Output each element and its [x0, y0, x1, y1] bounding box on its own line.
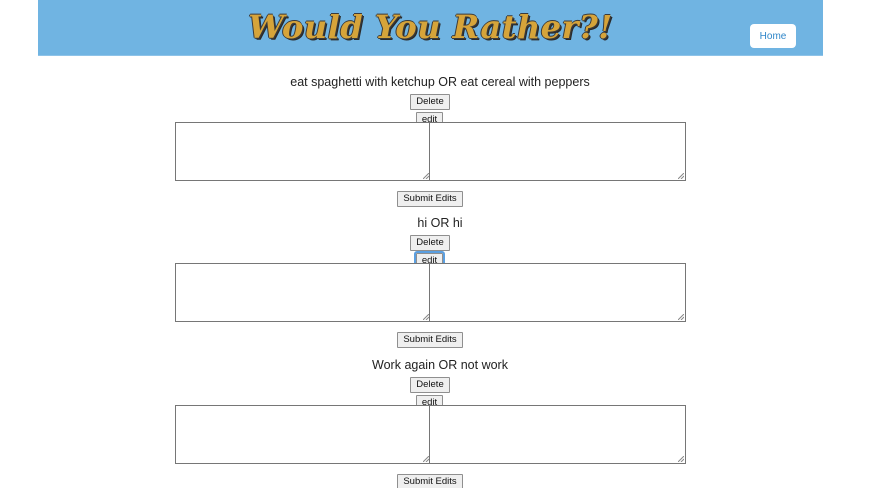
question-text: Work again OR not work — [372, 358, 508, 372]
submit-edits-button[interactable]: Submit Edits — [397, 191, 463, 207]
delete-button[interactable]: Delete — [410, 377, 450, 393]
option-one-textarea[interactable] — [176, 264, 430, 321]
header-bar: Would You Rather?! Home — [38, 0, 823, 56]
delete-button[interactable]: Delete — [410, 94, 450, 110]
page: Would You Rather?! Home eat spaghetti wi… — [0, 0, 880, 488]
submit-edits-button[interactable]: Submit Edits — [397, 332, 463, 348]
edit-textarea — [175, 263, 686, 322]
option-two-textarea[interactable] — [431, 406, 685, 463]
option-two-textarea[interactable] — [431, 264, 685, 321]
edit-textarea — [175, 122, 686, 181]
app-title: Would You Rather?! — [248, 8, 613, 46]
option-one-textarea[interactable] — [176, 406, 430, 463]
question-card: eat spaghetti with ketchup OR eat cereal… — [0, 74, 880, 216]
question-text: hi OR hi — [417, 216, 463, 230]
question-card: Work again OR not work Delete edit Submi… — [0, 357, 880, 488]
option-two-textarea[interactable] — [431, 123, 685, 180]
delete-button[interactable]: Delete — [410, 235, 450, 251]
question-card: hi OR hi Delete edit Submit Edits — [0, 215, 880, 357]
option-one-textarea[interactable] — [176, 123, 430, 180]
submit-edits-button[interactable]: Submit Edits — [397, 474, 463, 488]
home-button[interactable]: Home — [750, 24, 796, 48]
edit-textarea — [175, 405, 686, 464]
question-text: eat spaghetti with ketchup OR eat cereal… — [290, 75, 590, 89]
